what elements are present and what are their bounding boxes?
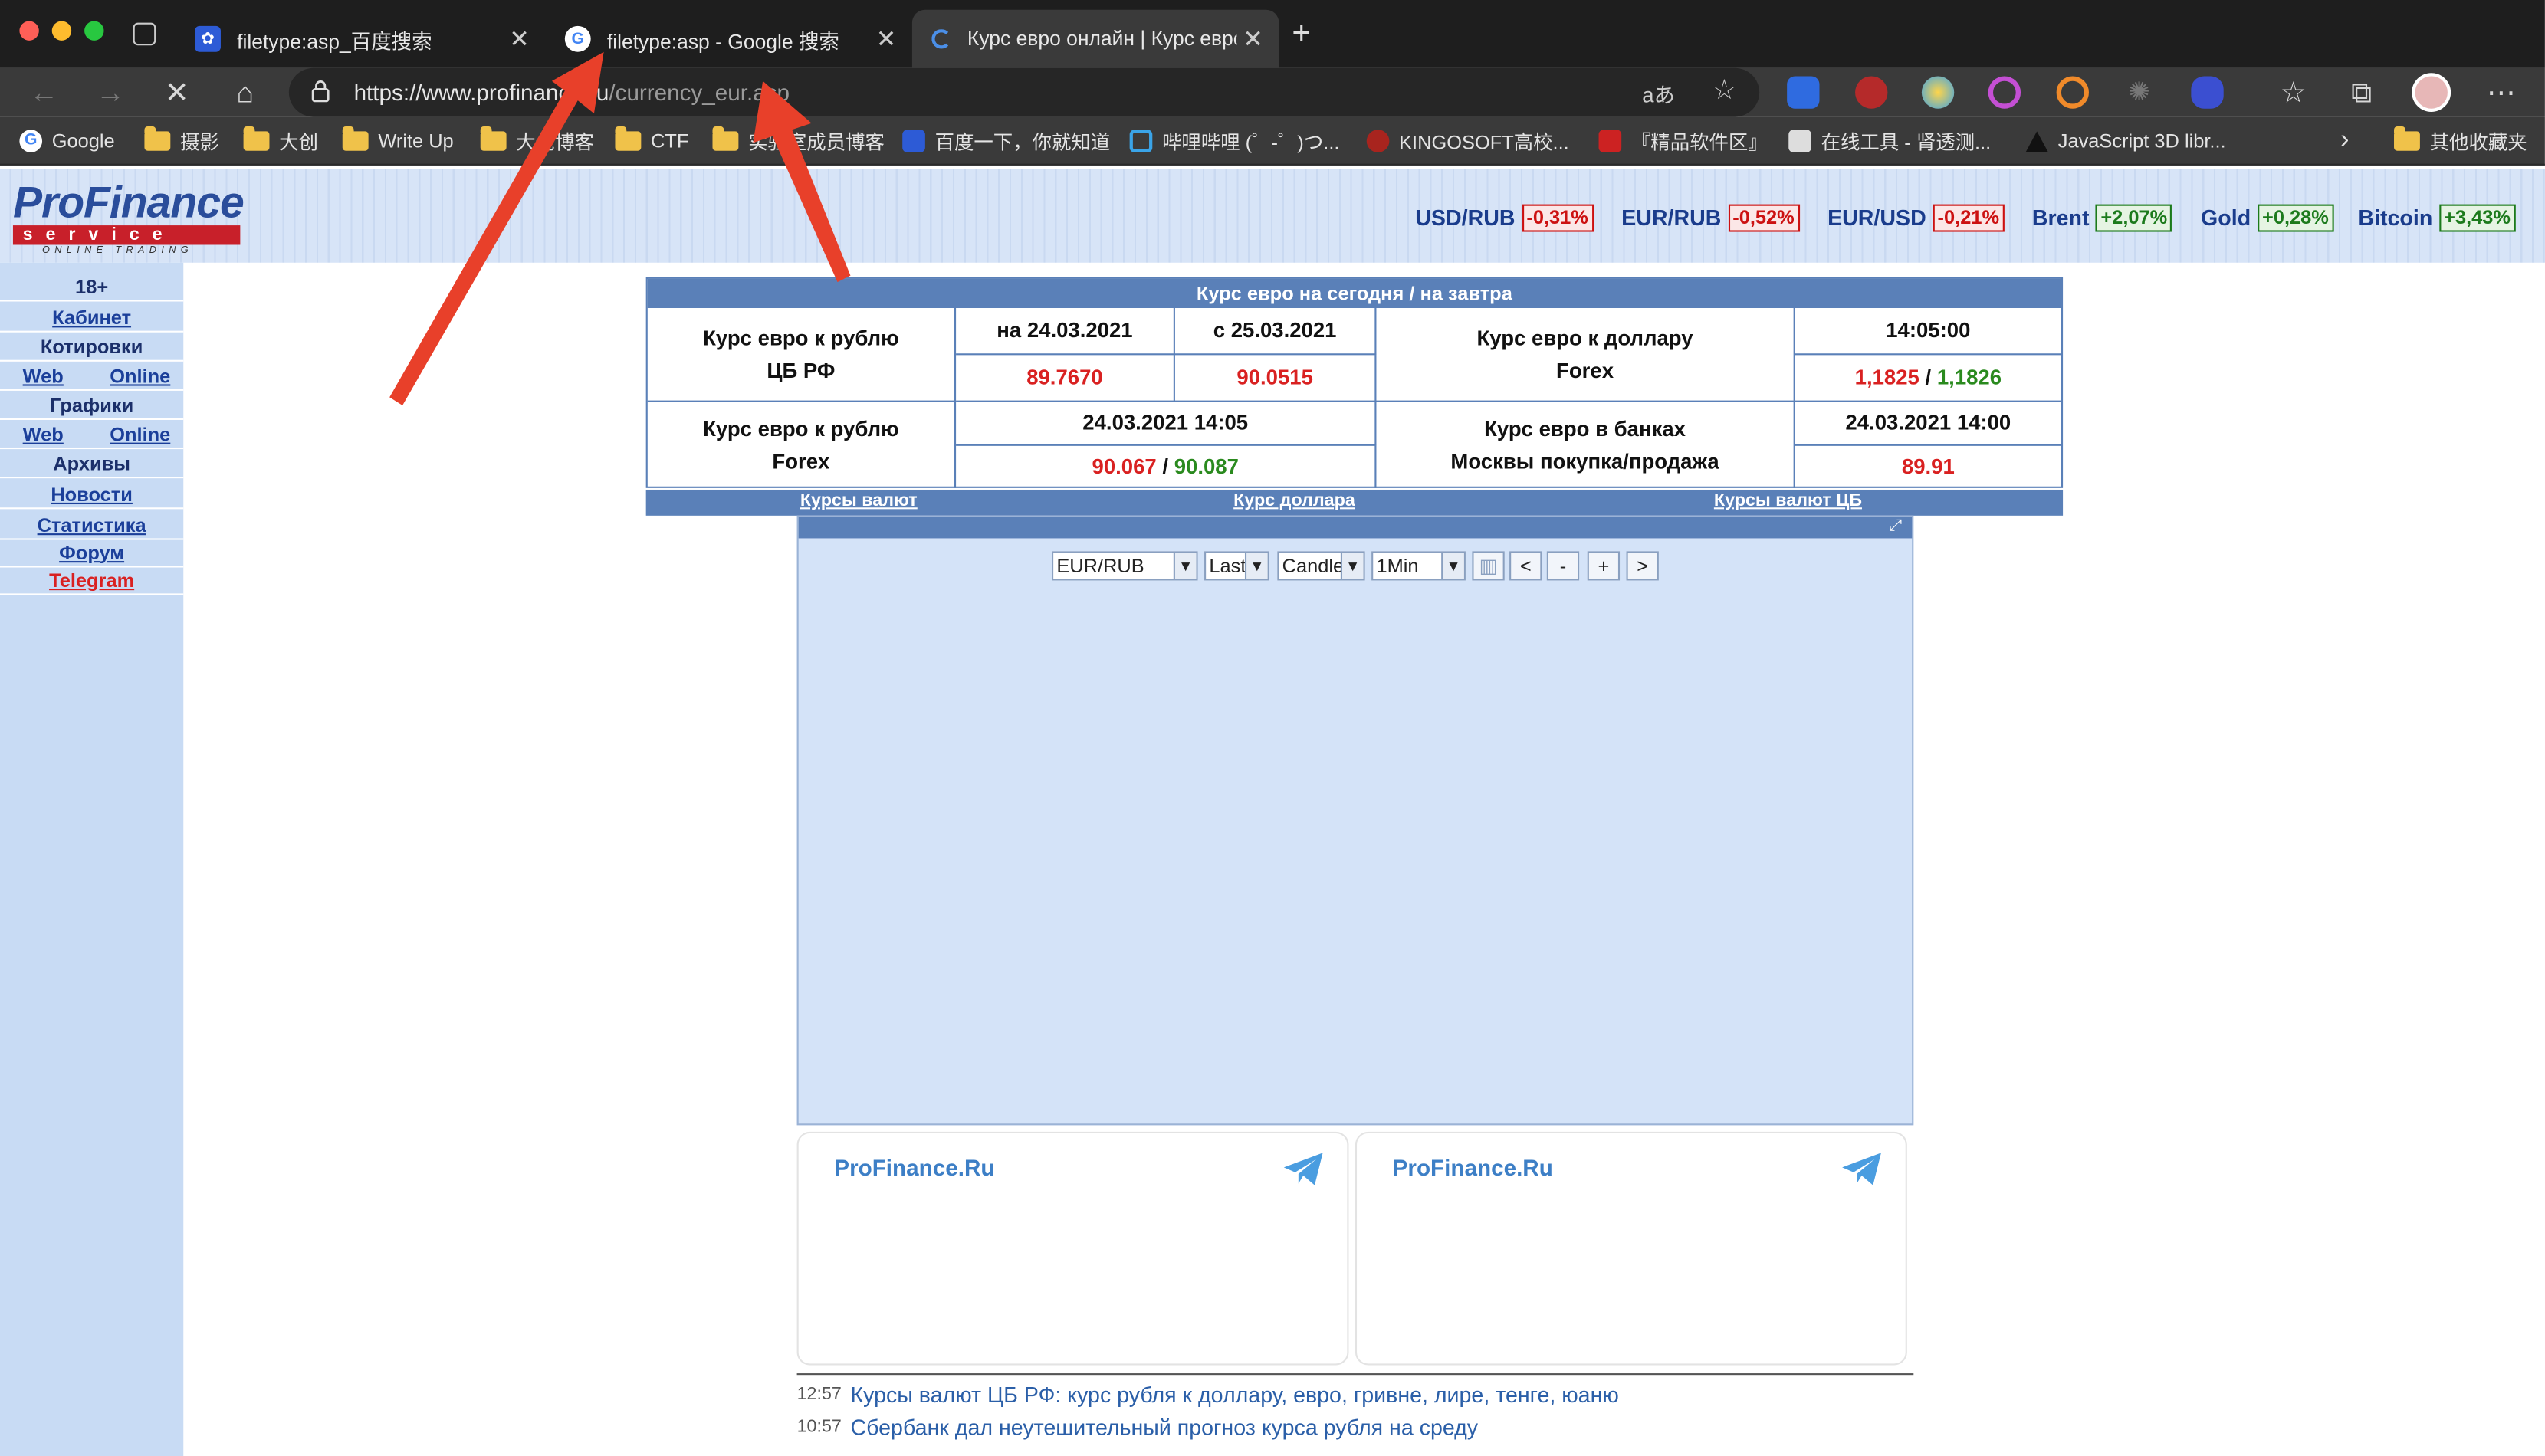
red-arrow-to-tab [389,51,604,405]
annotation-arrows [389,51,851,405]
red-arrow-to-url [753,80,851,283]
